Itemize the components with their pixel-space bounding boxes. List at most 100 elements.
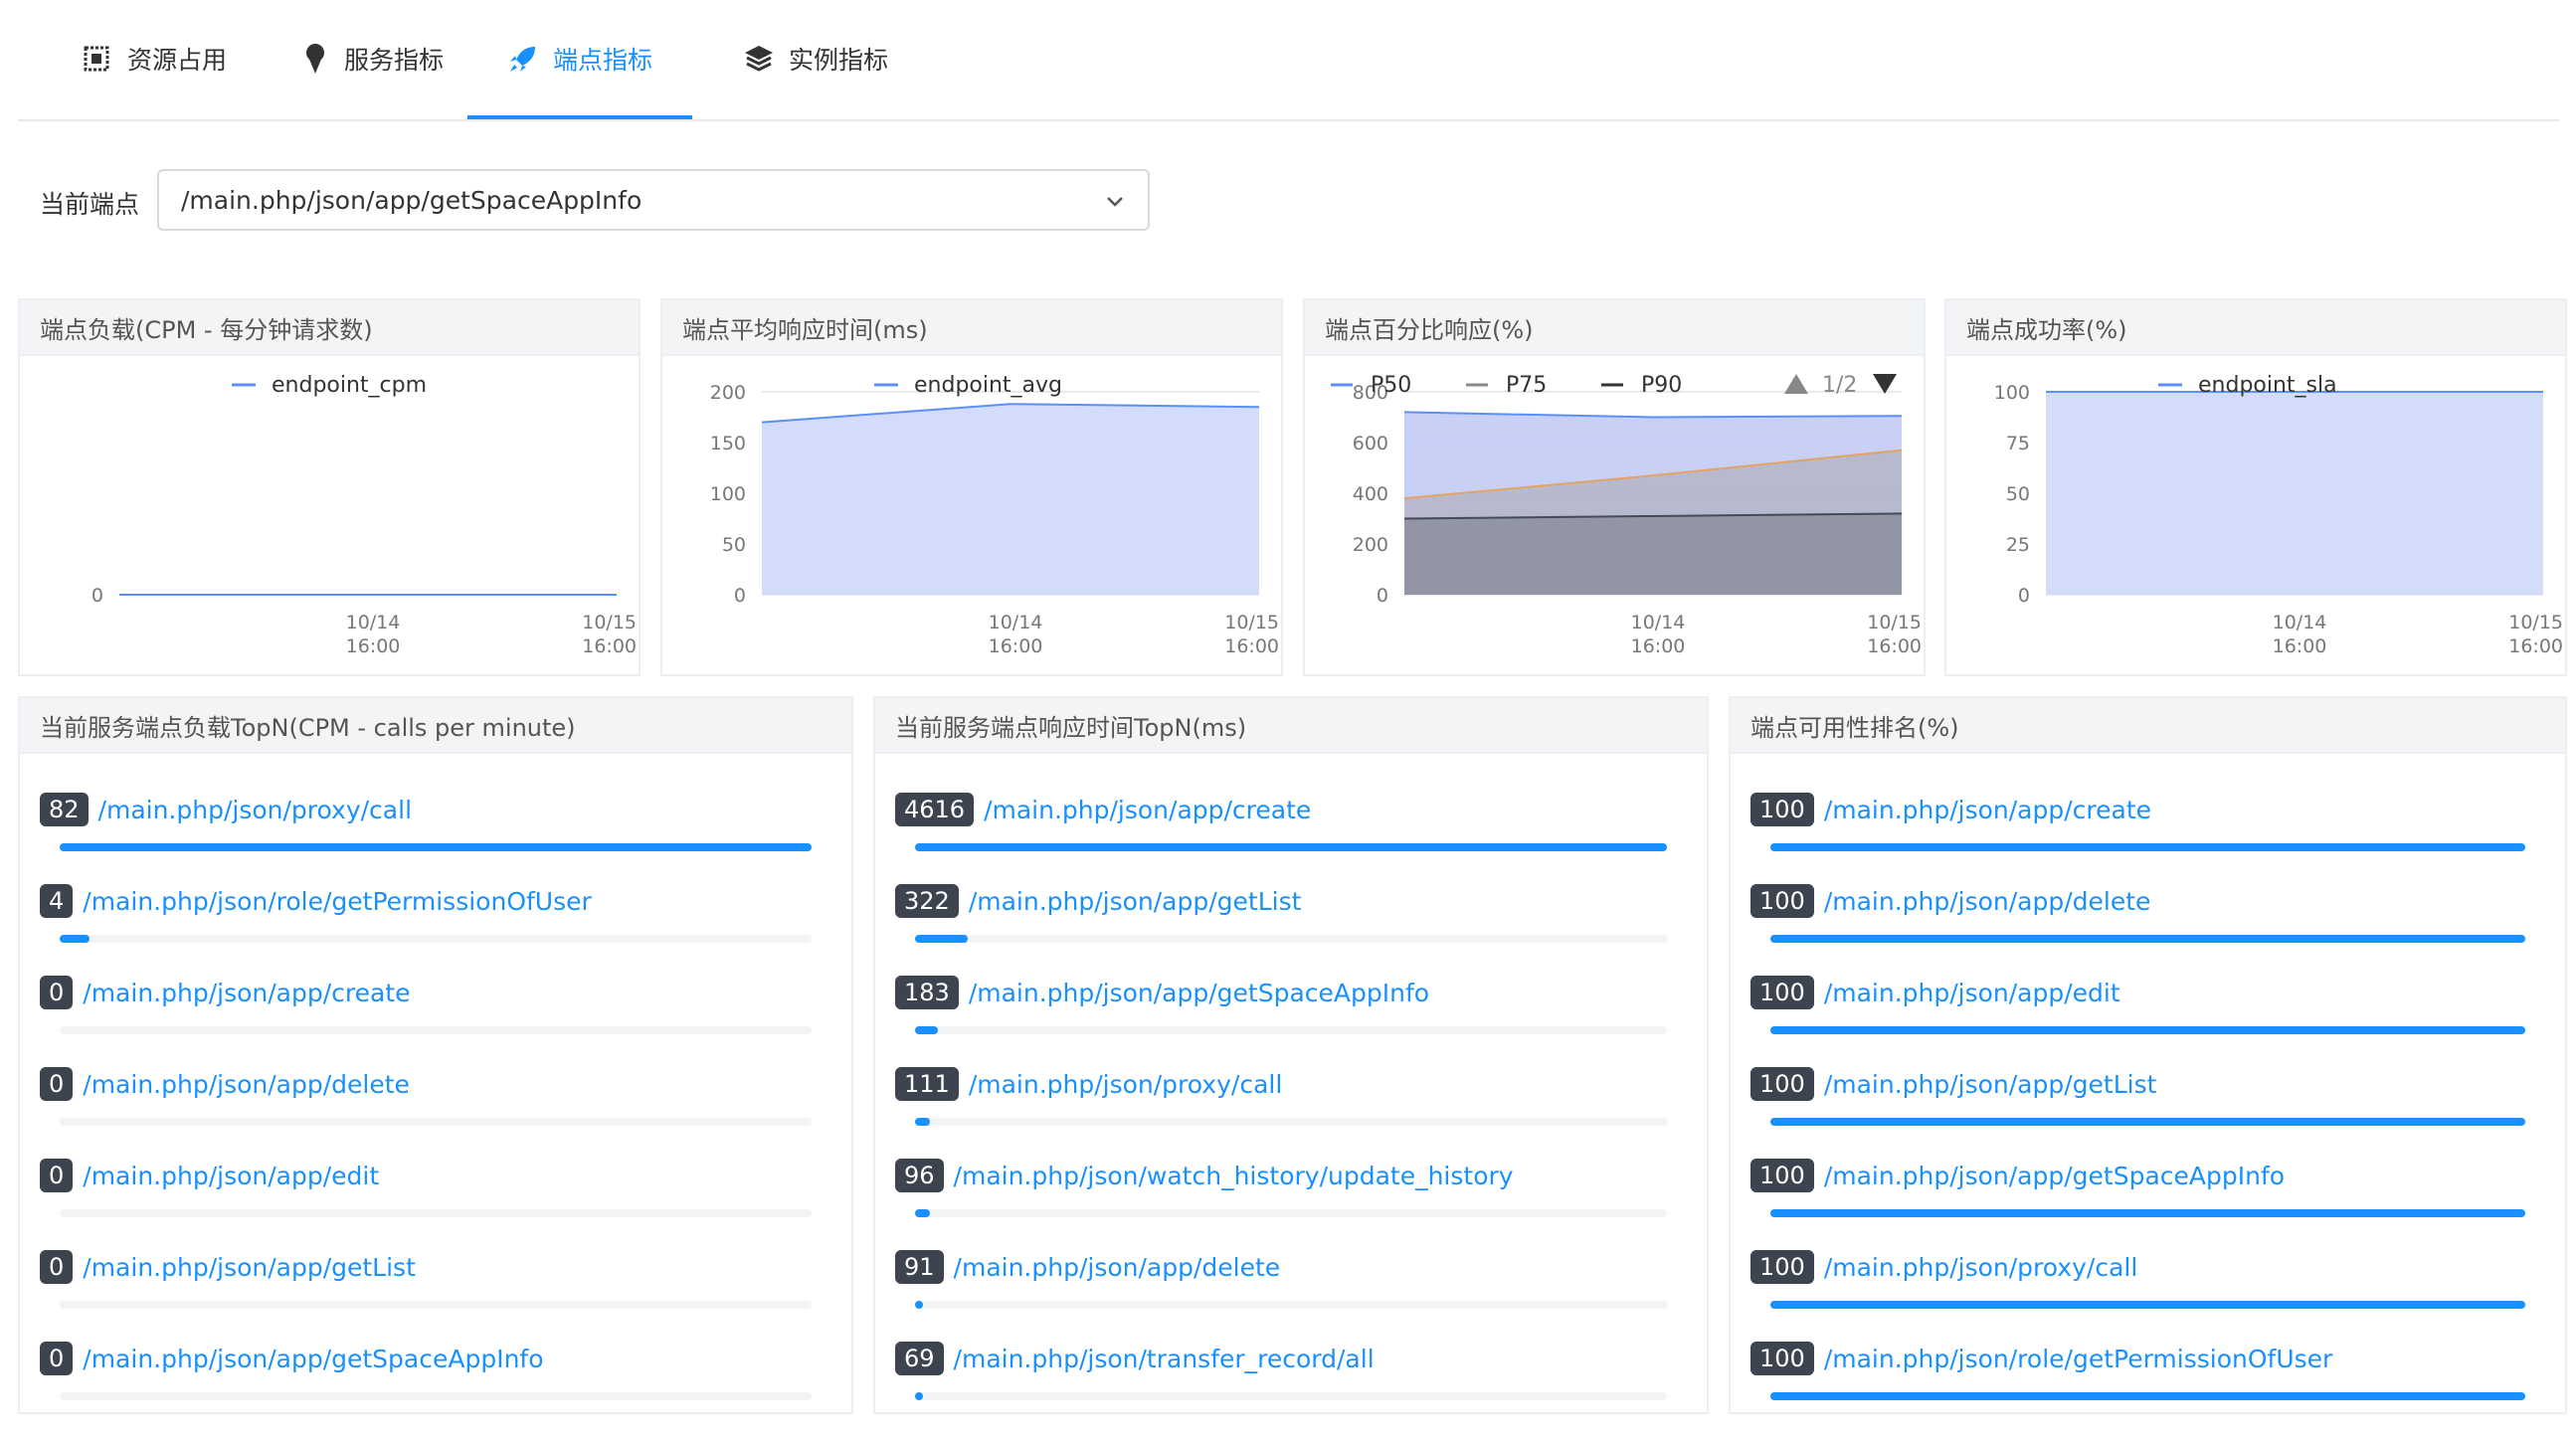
x-tick-label: 16:00: [346, 635, 401, 657]
y-tick-label: 150: [710, 433, 746, 454]
progress-track: [1770, 1301, 2525, 1309]
endpoint-link[interactable]: /main.php/json/role/getPermissionOfUser: [83, 887, 592, 916]
topn-row: 100/main.php/json/role/getPermissionOfUs…: [1750, 1339, 2545, 1378]
value-badge: 111: [895, 1067, 959, 1101]
y-tick-label: 0: [92, 585, 103, 607]
value-badge: 100: [1750, 976, 1814, 1009]
value-badge: 100: [1750, 1250, 1814, 1284]
tab-bar: 资源占用 服务指标 端点指标 实例指标: [18, 0, 2559, 121]
chart-title: 端点成功率(%): [1946, 300, 2565, 356]
y-tick-label: 75: [2006, 433, 2030, 454]
tab-service-metrics[interactable]: 服务指标: [276, 0, 467, 117]
endpoint-link[interactable]: /main.php/json/app/create: [1824, 796, 2151, 824]
ice-cream-icon: [300, 42, 330, 76]
x-tick-label: 16:00: [582, 635, 637, 657]
value-badge: 4616: [895, 793, 975, 826]
endpoint-link[interactable]: /main.php/json/transfer_record/all: [954, 1345, 1375, 1373]
endpoint-link[interactable]: /main.php/json/app/delete: [83, 1070, 410, 1099]
y-tick-label: 600: [1353, 433, 1388, 454]
progress-track: [1770, 1392, 2525, 1400]
x-tick-label: 10/15: [1867, 612, 1922, 633]
topn-row: 96/main.php/json/watch_history/update_hi…: [895, 1156, 1687, 1195]
endpoint-link[interactable]: /main.php/json/app/delete: [1824, 887, 2151, 916]
chart-panel-cpm: 端点负载(CPM - 每分钟请求数) 0 10/14 16:00 10/15 16:00…: [18, 298, 641, 676]
progress-track: [1770, 1118, 2525, 1126]
legend-label: endpoint_sla: [2198, 373, 2337, 398]
progress-track: [1770, 935, 2525, 943]
x-tick-label: 16:00: [989, 635, 1043, 657]
x-tick-label: 16:00: [2273, 635, 2327, 657]
tab-label: 资源占用: [126, 46, 227, 75]
topn-row: 100/main.php/json/app/edit: [1750, 973, 2545, 1012]
progress-track: [915, 935, 1667, 943]
topn-item: 69/main.php/json/transfer_record/all: [895, 1339, 1687, 1430]
tab-label: 端点指标: [552, 46, 652, 75]
topn-title: 端点可用性排名(%): [1731, 698, 2565, 754]
topn-list: 82/main.php/json/proxy/call 4/main.php/js…: [20, 754, 851, 1430]
topn-row: 100/main.php/json/proxy/call: [1750, 1247, 2545, 1287]
endpoint-link[interactable]: /main.php/json/proxy/call: [969, 1070, 1282, 1099]
endpoint-link[interactable]: /main.php/json/app/getSpaceAppInfo: [1824, 1162, 2285, 1190]
endpoint-link[interactable]: /main.php/json/app/delete: [954, 1253, 1281, 1282]
endpoint-link[interactable]: /main.php/json/app/create: [83, 979, 410, 1007]
endpoint-link[interactable]: /main.php/json/proxy/call: [1824, 1253, 2137, 1282]
endpoint-link[interactable]: /main.php/json/proxy/call: [98, 796, 412, 824]
y-tick-label: 0: [2018, 585, 2030, 607]
tab-label: 实例指标: [788, 46, 888, 75]
endpoint-link[interactable]: /main.php/json/app/getSpaceAppInfo: [83, 1345, 543, 1373]
topn-row: 0/main.php/json/app/create: [40, 973, 831, 1012]
value-badge: 0: [40, 976, 74, 1009]
topn-row: 111/main.php/json/proxy/call: [895, 1064, 1687, 1104]
endpoint-link[interactable]: /main.php/json/role/getPermissionOfUser: [1824, 1345, 2333, 1373]
chart-success-rate: 025507510010/1416:0010/1516:00endpoint_s…: [1994, 373, 2563, 657]
topn-item: 100/main.php/json/app/create: [1750, 790, 2545, 881]
chart-panel-percentile: 端点百分比响应(%) 0 200 400 600 800 10/14 16:00 10/15 1…: [1303, 298, 1926, 676]
y-tick-label: 200: [710, 382, 746, 404]
y-tick-label: 0: [1377, 585, 1388, 607]
progress-fill: [915, 1301, 923, 1309]
progress-track: [1770, 1209, 2525, 1217]
endpoint-link[interactable]: /main.php/json/watch_history/update_hist…: [954, 1162, 1514, 1190]
topn-item: 82/main.php/json/proxy/call: [40, 790, 831, 881]
endpoint-select-label: 当前端点: [40, 190, 140, 219]
series-area-endpoint_avg: [762, 404, 1259, 595]
topn-item: 91/main.php/json/app/delete: [895, 1247, 1687, 1339]
value-badge: 69: [895, 1342, 944, 1375]
endpoint-link[interactable]: /main.php/json/app/edit: [83, 1162, 379, 1190]
endpoint-link[interactable]: /main.php/json/app/getList: [1824, 1070, 2157, 1099]
topn-row: 100/main.php/json/app/getSpaceAppInfo: [1750, 1156, 2545, 1195]
tab-instance-metrics[interactable]: 实例指标: [720, 0, 911, 117]
endpoint-link[interactable]: /main.php/json/app/edit: [1824, 979, 2120, 1007]
progress-track: [915, 1026, 1667, 1034]
endpoint-link[interactable]: /main.php/json/app/getList: [83, 1253, 416, 1282]
chart-title: 端点负载(CPM - 每分钟请求数): [20, 300, 639, 356]
topn-list: 100/main.php/json/app/create 100/main.php…: [1731, 754, 2565, 1430]
endpoint-link[interactable]: /main.php/json/app/create: [984, 796, 1311, 824]
endpoint-link[interactable]: /main.php/json/app/getSpaceAppInfo: [969, 979, 1429, 1007]
chart-percentile: 020040060080010/1416:0010/1516:00P50 P75 P…: [1331, 373, 1922, 657]
progress-fill: [1770, 843, 2525, 851]
legend-label: endpoint_cpm: [272, 373, 427, 398]
chart-cpm: 010/1416:0010/1516:00endpoint_cpm: [92, 373, 637, 657]
topn-item: 100/main.php/json/app/delete: [1750, 881, 2545, 973]
topn-panel-response: 当前服务端点响应时间TopN(ms) 4616/main.php/json/ap…: [873, 696, 1709, 1414]
topn-item: 100/main.php/json/app/getList: [1750, 1064, 2545, 1156]
topn-item: 100/main.php/json/app/getSpaceAppInfo: [1750, 1156, 2545, 1247]
progress-track: [60, 1026, 812, 1034]
topn-item: 100/main.php/json/proxy/call: [1750, 1247, 2545, 1339]
endpoint-select[interactable]: /main.php/json/app/getSpaceAppInfo: [157, 169, 1150, 231]
chart-title: 端点百分比响应(%): [1305, 300, 1924, 356]
cpu-chip-icon: [80, 42, 113, 76]
value-badge: 100: [1750, 1159, 1814, 1192]
topn-item: 100/main.php/json/role/getPermissionOfUs…: [1750, 1339, 2545, 1430]
tab-resource-usage[interactable]: 资源占用: [58, 0, 249, 117]
value-badge: 100: [1750, 884, 1814, 918]
topn-list: 4616/main.php/json/app/create 322/main.ph…: [875, 754, 1707, 1430]
tab-endpoint-metrics[interactable]: 端点指标: [467, 0, 692, 119]
chart-title: 端点平均响应时间(ms): [662, 300, 1281, 356]
endpoint-link[interactable]: /main.php/json/app/getList: [969, 887, 1302, 916]
value-badge: 0: [40, 1159, 74, 1192]
progress-fill: [915, 1209, 931, 1217]
chart-avg-response: 05010015020010/1416:0010/1516:00endpoint…: [710, 373, 1279, 657]
legend-label: P75: [1506, 373, 1547, 398]
